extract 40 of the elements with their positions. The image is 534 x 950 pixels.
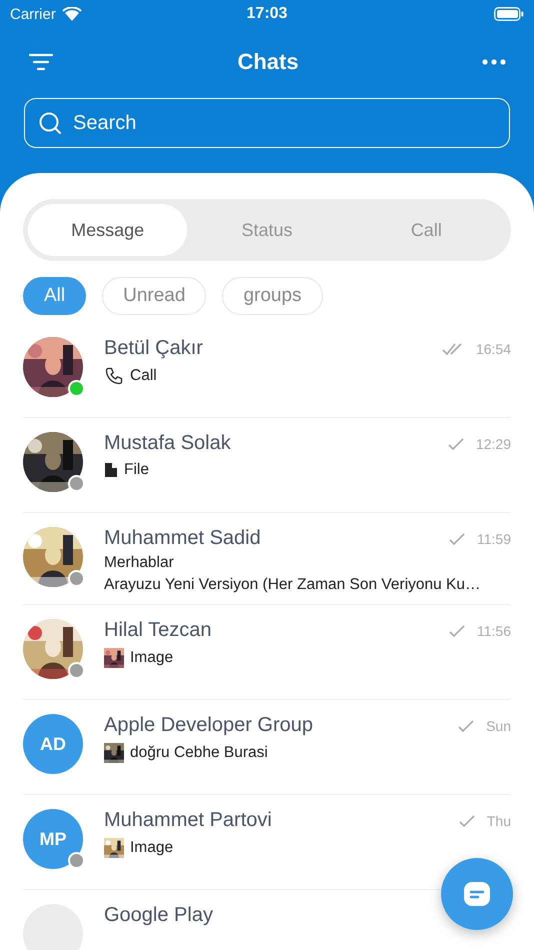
tab[interactable]: Message bbox=[28, 204, 188, 256]
message-preview: File bbox=[124, 461, 149, 479]
battery-icon bbox=[494, 7, 524, 21]
tab[interactable]: Status bbox=[187, 204, 347, 256]
file-icon bbox=[104, 462, 118, 478]
filter-chip[interactable]: Unread bbox=[102, 277, 206, 315]
avatar-initials: MP bbox=[23, 809, 83, 869]
message-time: Thu bbox=[486, 812, 511, 828]
more-icon bbox=[482, 59, 506, 65]
wifi-icon bbox=[62, 7, 82, 21]
contact-name: Mustafa Solak bbox=[104, 432, 231, 455]
carrier-label: Carrier bbox=[10, 6, 56, 22]
contact-name: Muhammet Partovi bbox=[104, 809, 272, 832]
contact-name: Google Play bbox=[104, 904, 213, 927]
search-icon bbox=[38, 111, 62, 135]
contact-name: Hilal Tezcan bbox=[104, 619, 212, 642]
contact-name: Apple Developer Group bbox=[104, 714, 314, 737]
message-time: 16:54 bbox=[476, 340, 511, 356]
search-field[interactable]: Search bbox=[24, 98, 510, 148]
message-preview: Arayuzu Yeni Versiyon (Her Zaman Son Veriyonu Ku… bbox=[104, 576, 482, 594]
phone-icon bbox=[104, 366, 124, 386]
filter-chip[interactable]: All bbox=[23, 277, 86, 315]
message-preview: Merhablar bbox=[104, 554, 175, 572]
screen-title: Chats bbox=[237, 49, 299, 75]
menu-icon bbox=[28, 53, 54, 71]
message-preview: doğru Cebhe Burasi bbox=[130, 744, 268, 762]
avatar-initials: AD bbox=[23, 714, 83, 774]
message-preview: Image bbox=[130, 839, 174, 857]
contact-name: Muhammet Sadid bbox=[104, 527, 261, 550]
message-time: 11:59 bbox=[477, 530, 511, 546]
message-time: Sun bbox=[486, 718, 511, 734]
message-time: 11:56 bbox=[477, 622, 511, 638]
message-time: 12:29 bbox=[476, 436, 511, 452]
clock: 17:03 bbox=[246, 5, 288, 23]
tab[interactable]: Call bbox=[346, 204, 506, 256]
message-preview: Image bbox=[130, 649, 174, 667]
contact-name: Betül Çakır bbox=[104, 337, 203, 360]
message-icon bbox=[463, 881, 491, 907]
filter-chip[interactable]: groups bbox=[222, 277, 323, 315]
message-preview: Call bbox=[130, 367, 157, 385]
